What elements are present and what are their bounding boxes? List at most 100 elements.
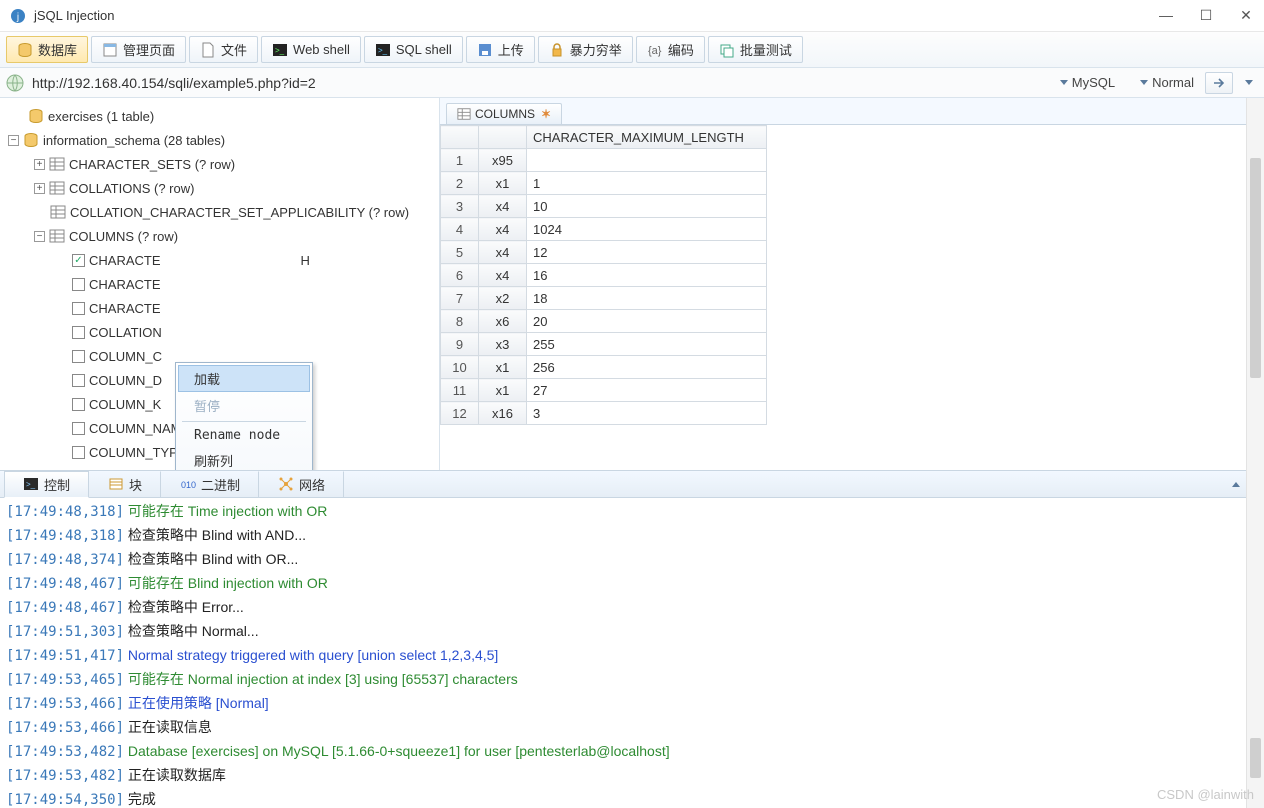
column-node[interactable]: CHARACTE	[0, 272, 439, 296]
result-grid: CHARACTER_MAXIMUM_LENGTH 1x952x113x4104x…	[440, 125, 767, 425]
tab-upload-label: 上传	[498, 40, 524, 59]
terminal-icon: >_	[272, 42, 288, 58]
table-node[interactable]: +COLLATIONS (? row)	[0, 176, 439, 200]
column-node[interactable]: CHARACTE	[0, 296, 439, 320]
row-value: 18	[527, 287, 767, 310]
ctx-load[interactable]: 加载	[178, 365, 310, 392]
terminal-icon: >_	[23, 476, 39, 492]
table-row[interactable]: 11x127	[441, 379, 767, 402]
row-number: 9	[441, 333, 479, 356]
table-row[interactable]: 1x95	[441, 149, 767, 172]
expand-icon[interactable]: +	[34, 159, 45, 170]
db-node-information-schema[interactable]: − information_schema (28 tables)	[0, 128, 439, 152]
table-row[interactable]: 5x412	[441, 241, 767, 264]
bottom-tab-console[interactable]: >_控制	[4, 471, 89, 498]
column-node[interactable]: CHARACTEH	[0, 248, 439, 272]
table-row[interactable]: 8x620	[441, 310, 767, 333]
log-line: [17:49:48,318] 可能存在 Time injection with …	[6, 500, 1258, 524]
data-tab-columns[interactable]: COLUMNS ✶	[446, 103, 562, 124]
db-count: (1 table)	[107, 109, 155, 124]
bottom-tabs: >_控制 块 010二进制 网络	[0, 470, 1264, 498]
table-node[interactable]: COLLATION_CHARACTER_SET_APPLICABILITY (?…	[0, 200, 439, 224]
go-dropdown[interactable]	[1235, 77, 1258, 88]
window-title: jSQL Injection	[34, 8, 1158, 23]
scrollbar-thumb[interactable]	[1250, 738, 1261, 778]
strategy-dropdown[interactable]: Normal	[1126, 72, 1203, 93]
window-titlebar: j jSQL Injection — ☐ ✕	[0, 0, 1264, 32]
db-type-label: MySQL	[1072, 75, 1115, 90]
tab-bruteforce[interactable]: 暴力穷举	[538, 36, 633, 63]
table-row[interactable]: 4x41024	[441, 218, 767, 241]
tab-web-shell[interactable]: >_Web shell	[261, 36, 361, 63]
bottom-tab-binary[interactable]: 010二进制	[161, 471, 259, 498]
tab-upload[interactable]: 上传	[466, 36, 535, 63]
svg-text:{a}: {a}	[648, 45, 662, 57]
table-node[interactable]: +CHARACTER_SETS (? row)	[0, 152, 439, 176]
ctx-refresh[interactable]: 刷新列	[178, 447, 310, 470]
tab-encode[interactable]: {a}编码	[636, 36, 705, 63]
minimize-button[interactable]: —	[1158, 7, 1174, 24]
strategy-label: Normal	[1152, 75, 1194, 90]
page-icon	[102, 42, 118, 58]
checkbox[interactable]	[72, 422, 85, 435]
checkbox[interactable]	[72, 446, 85, 459]
row-count: x95	[479, 149, 527, 172]
log-line: [17:49:48,318] 检查策略中 Blind with AND...	[6, 524, 1258, 548]
scrollbar-thumb[interactable]	[1250, 158, 1261, 378]
table-row[interactable]: 2x11	[441, 172, 767, 195]
row-count: x6	[479, 310, 527, 333]
url-input[interactable]	[28, 73, 1046, 93]
console-log[interactable]: [17:49:48,318] 可能存在 Time injection with …	[0, 498, 1264, 808]
collapse-icon[interactable]: −	[34, 231, 45, 242]
table-icon	[49, 156, 65, 172]
table-node-columns[interactable]: −COLUMNS (? row)	[0, 224, 439, 248]
globe-icon	[6, 74, 24, 92]
row-value: 255	[527, 333, 767, 356]
tab-file[interactable]: 文件	[189, 36, 258, 63]
db-node-exercises[interactable]: exercises (1 table)	[0, 104, 439, 128]
app-logo-icon: j	[10, 8, 26, 24]
svg-text:j: j	[16, 12, 19, 23]
db-type-dropdown[interactable]: MySQL	[1046, 72, 1124, 93]
tab-batch[interactable]: 批量测试	[708, 36, 803, 63]
bottom-tab-network[interactable]: 网络	[259, 471, 344, 498]
close-button[interactable]: ✕	[1238, 7, 1254, 24]
bottom-tab-chunk[interactable]: 块	[89, 471, 161, 498]
checkbox[interactable]	[72, 374, 85, 387]
collapse-icon[interactable]: −	[8, 135, 19, 146]
table-row[interactable]: 6x416	[441, 264, 767, 287]
data-tab-label: COLUMNS	[475, 107, 535, 121]
binary-icon: 010	[180, 476, 196, 492]
close-tab-icon[interactable]: ✶	[541, 107, 551, 121]
table-row[interactable]: 3x410	[441, 195, 767, 218]
svg-text:>_: >_	[275, 46, 285, 55]
row-value: 3	[527, 402, 767, 425]
col-header-blank[interactable]	[441, 126, 479, 149]
column-node[interactable]: COLLATION	[0, 320, 439, 344]
expand-icon[interactable]: +	[34, 183, 45, 194]
checkbox[interactable]	[72, 398, 85, 411]
column-label: CHARACTE	[89, 253, 161, 268]
checkbox[interactable]	[72, 254, 85, 267]
checkbox[interactable]	[72, 326, 85, 339]
maximize-button[interactable]: ☐	[1198, 7, 1214, 24]
table-row[interactable]: 9x3255	[441, 333, 767, 356]
table-row[interactable]: 10x1256	[441, 356, 767, 379]
tab-database[interactable]: 数据库	[6, 36, 88, 63]
database-icon	[17, 42, 33, 58]
table-row[interactable]: 12x163	[441, 402, 767, 425]
col-header-blank[interactable]	[479, 126, 527, 149]
go-button[interactable]	[1205, 72, 1233, 94]
log-line: [17:49:53,482] Database [exercises] on M…	[6, 740, 1258, 764]
table-row[interactable]: 7x218	[441, 287, 767, 310]
col-header[interactable]: CHARACTER_MAXIMUM_LENGTH	[527, 126, 767, 149]
tab-sql-shell[interactable]: >_SQL shell	[364, 36, 463, 63]
tab-admin-page[interactable]: 管理页面	[91, 36, 186, 63]
panel-up-button[interactable]	[1232, 482, 1240, 487]
checkbox[interactable]	[72, 302, 85, 315]
scrollbar[interactable]	[1246, 98, 1264, 808]
checkbox[interactable]	[72, 350, 85, 363]
checkbox[interactable]	[72, 278, 85, 291]
log-line: [17:49:48,467] 检查策略中 Error...	[6, 596, 1258, 620]
ctx-rename[interactable]: Rename node	[178, 424, 310, 447]
